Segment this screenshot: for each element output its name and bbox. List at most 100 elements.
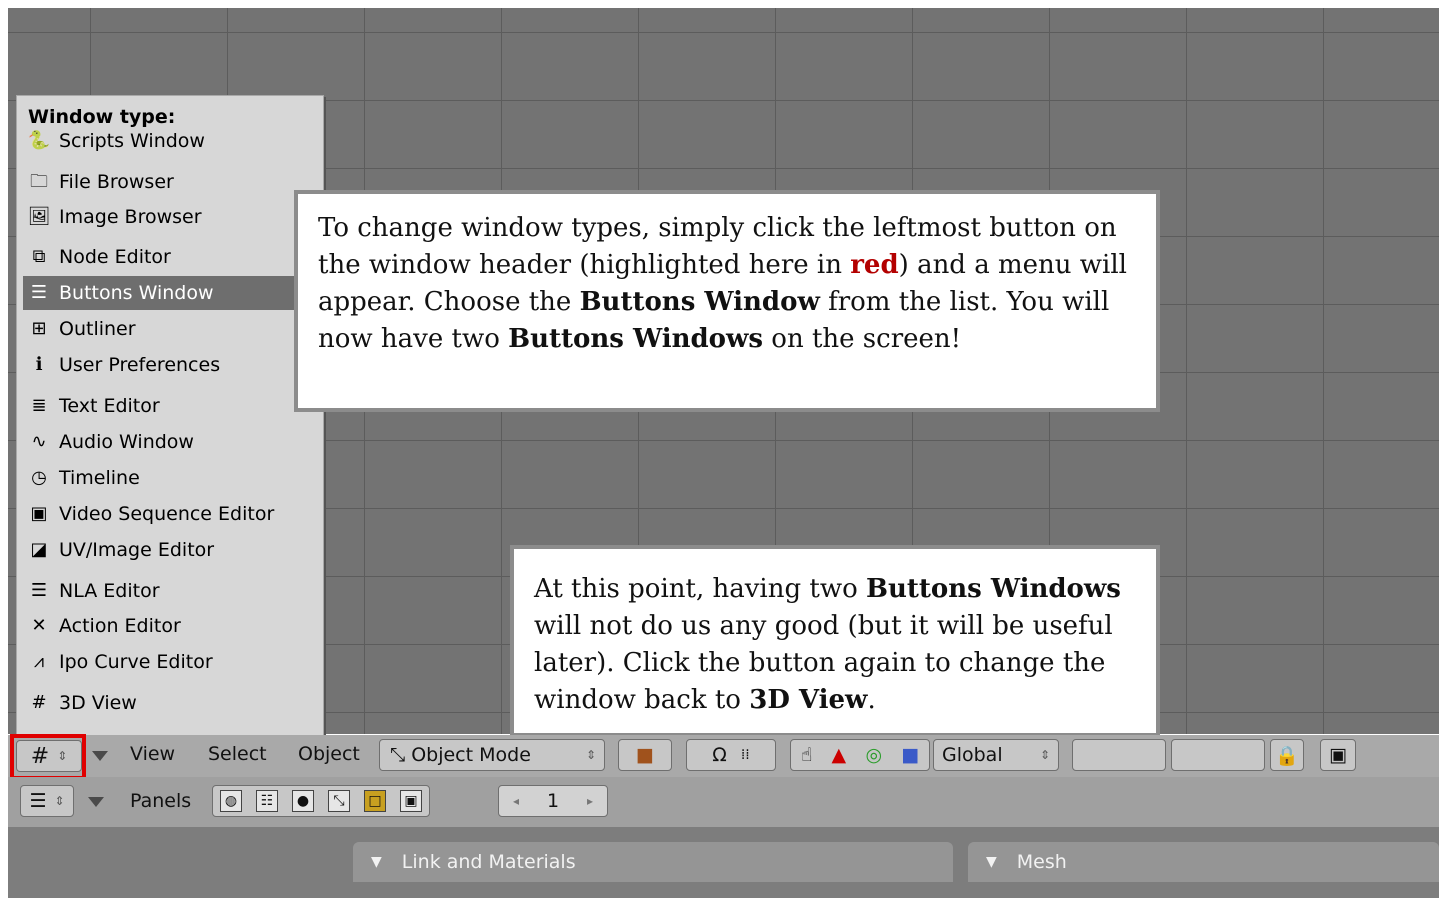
next-arrow-icon[interactable]: ▸ <box>587 794 593 808</box>
callout2-text-1: At this point, having two <box>534 574 867 604</box>
menu-item-timeline[interactable]: ◷ Timeline <box>23 461 301 495</box>
menu-view[interactable]: View <box>130 743 175 765</box>
pivot-button[interactable]: Ω ⁞⁞ <box>686 739 776 771</box>
updown-arrows-icon: ⇕ <box>585 748 596 762</box>
3d-view-header: # ⇕ View Select Object ⤡ Object Mode ⇕ ■… <box>8 735 1439 777</box>
lock-button[interactable]: 🔒 <box>1270 739 1304 771</box>
uv-image-editor-icon: ◪ <box>30 539 48 560</box>
manipulator-group[interactable]: ☝ ▲ ◎ ■ <box>790 739 930 771</box>
updown-arrows-icon: ⇕ <box>1039 748 1050 762</box>
menu-item-scripts-window[interactable]: 🐍 Scripts Window <box>23 124 301 158</box>
menu-item-text-editor[interactable]: ≣ Text Editor <box>23 389 301 423</box>
menu-item-image-browser[interactable]: 🖼 Image Browser <box>23 200 301 234</box>
menu-item-label: Video Sequence Editor <box>59 503 275 525</box>
snap-icon: ⁞⁞ <box>740 747 750 763</box>
pivot-icon: Ω <box>712 744 727 766</box>
menu-item-label: Timeline <box>59 467 140 489</box>
lock-icon: 🔒 <box>1275 744 1299 767</box>
hand-icon[interactable]: ☝ <box>801 744 813 766</box>
menu-item-node-editor[interactable]: ⧉ Node Editor <box>23 240 301 274</box>
menu-item-label: Outliner <box>59 318 136 340</box>
menu-item-action-editor[interactable]: ✕ Action Editor <box>23 609 301 643</box>
callout1-red-word: red <box>850 250 899 280</box>
updown-arrows-icon: ⇕ <box>54 794 65 808</box>
text-editor-icon: ≣ <box>31 395 47 416</box>
buttons-window-icon: ☰ <box>29 790 47 812</box>
window-type-highlight <box>10 734 86 780</box>
menu-item-user-preferences[interactable]: ℹ User Preferences <box>23 348 301 382</box>
menu-item-label: User Preferences <box>59 354 221 376</box>
menu-item-ipo-curve-editor[interactable]: ⩘ Ipo Curve Editor <box>23 645 301 679</box>
panel-title: Mesh <box>1016 851 1067 873</box>
menu-select[interactable]: Select <box>208 743 267 765</box>
menu-item-label: Buttons Window <box>59 282 214 304</box>
collapse-menu-icon[interactable] <box>88 797 104 807</box>
menu-item-file-browser[interactable]: 🗀 File Browser <box>23 165 301 199</box>
context-buttons[interactable]: ◍ ☷ ● ⤡ □ ▣ <box>212 785 430 817</box>
menu-item-label: NLA Editor <box>59 580 160 602</box>
shading-icon[interactable]: ● <box>292 790 314 812</box>
instruction-callout-2: At this point, having two Buttons Window… <box>510 545 1160 737</box>
rotate-icon[interactable]: ◎ <box>865 744 882 766</box>
panel-title: Link and Materials <box>401 851 576 873</box>
menu-item-outliner[interactable]: ⊞ Outliner <box>23 312 301 346</box>
menu-item-label: 3D View <box>59 692 137 714</box>
panel-mesh[interactable]: ▼ Mesh <box>968 842 1439 882</box>
user-preferences-icon: ℹ <box>35 354 43 375</box>
translate-icon[interactable]: ▲ <box>832 744 847 766</box>
3d-view-icon: # <box>31 692 47 713</box>
menu-item-video-sequence-editor[interactable]: ▣ Video Sequence Editor <box>23 497 301 531</box>
menu-item-label: Ipo Curve Editor <box>59 651 213 673</box>
action-editor-icon: ✕ <box>31 615 47 636</box>
buttons-window-icon: ☰ <box>30 282 48 303</box>
logic-icon[interactable]: ◍ <box>220 790 242 812</box>
outliner-icon: ⊞ <box>31 318 47 339</box>
cube-icon: ■ <box>636 744 654 766</box>
menu-item-label: Audio Window <box>59 431 194 453</box>
panel-link-and-materials[interactable]: ▼ Link and Materials <box>353 842 953 882</box>
draw-type-button[interactable]: ■ <box>618 739 672 771</box>
video-sequence-editor-icon: ▣ <box>30 503 48 524</box>
menu-item-uv-image-editor[interactable]: ◪ UV/Image Editor <box>23 533 301 567</box>
audio-window-icon: ∿ <box>31 431 47 452</box>
frame-counter[interactable]: ◂ 1 ▸ <box>498 785 608 817</box>
buttons-window-type-button[interactable]: ☰ ⇕ <box>20 785 74 817</box>
callout1-bold-1: Buttons Window <box>579 287 820 317</box>
layer-buttons-2[interactable] <box>1171 739 1265 771</box>
collapse-menu-icon[interactable] <box>92 751 108 761</box>
script-icon[interactable]: ☷ <box>256 790 278 812</box>
file-browser-icon: 🗀 <box>30 171 48 192</box>
layer-buttons-1[interactable] <box>1072 739 1166 771</box>
menu-item-label: File Browser <box>59 171 174 193</box>
editing-icon[interactable]: □ <box>364 790 386 812</box>
menu-item-label: Text Editor <box>59 395 160 417</box>
menu-item-label: UV/Image Editor <box>59 539 215 561</box>
orientation-select[interactable]: Global ⇕ <box>933 739 1059 771</box>
menu-item-nla-editor[interactable]: ☰ NLA Editor <box>23 574 301 608</box>
menu-object[interactable]: Object <box>298 743 360 765</box>
render-button[interactable]: ▣ <box>1320 739 1356 771</box>
callout1-bold-2: Buttons Windows <box>508 324 764 354</box>
mode-select[interactable]: ⤡ Object Mode ⇕ <box>379 739 605 771</box>
scale-icon[interactable]: ■ <box>901 744 919 766</box>
object-icon[interactable]: ⤡ <box>328 790 350 812</box>
callout2-bold-2: 3D View <box>749 685 868 715</box>
menu-item-label: Scripts Window <box>59 130 205 152</box>
prev-arrow-icon[interactable]: ◂ <box>513 794 519 808</box>
menu-item-3d-view[interactable]: #3D View <box>23 686 301 720</box>
mode-label: Object Mode <box>411 744 531 766</box>
scene-icon[interactable]: ▣ <box>400 790 422 812</box>
panel-collapse-icon[interactable]: ▼ <box>986 854 997 870</box>
timeline-icon: ◷ <box>31 467 47 488</box>
menu-item-label: Image Browser <box>59 206 202 228</box>
ipo-curve-editor-icon: ⩘ <box>33 651 45 672</box>
frame-value: 1 <box>546 790 560 812</box>
callout2-text-3: . <box>867 685 876 715</box>
scripts-window-icon: 🐍 <box>27 130 51 151</box>
menu-item-audio-window[interactable]: ∿ Audio Window <box>23 425 301 459</box>
panel-collapse-icon[interactable]: ▼ <box>371 854 382 870</box>
menu-item-buttons-window[interactable]: ☰ Buttons Window <box>23 276 301 310</box>
menu-item-label: Action Editor <box>59 615 181 637</box>
image-browser-icon: 🖼 <box>27 206 51 227</box>
nla-editor-icon: ☰ <box>30 580 48 601</box>
